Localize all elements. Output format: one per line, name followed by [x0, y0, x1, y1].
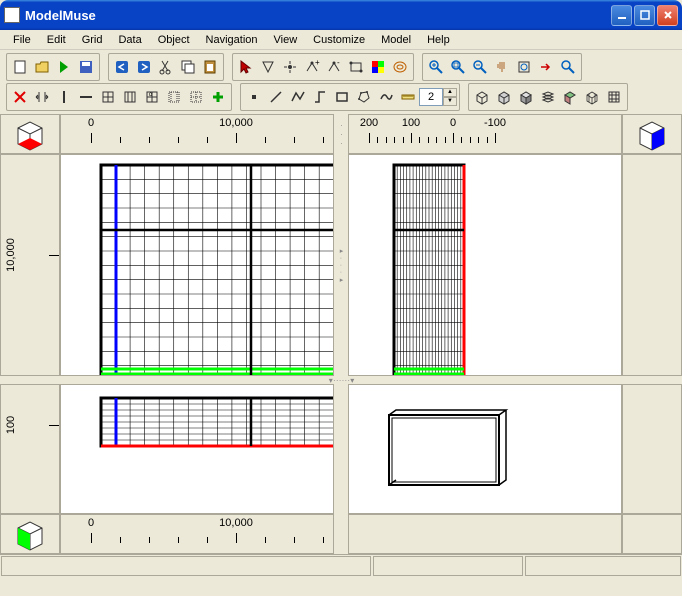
- measure-icon[interactable]: [397, 86, 419, 108]
- layer-down-icon[interactable]: ▼: [443, 97, 457, 106]
- menubar: File Edit Grid Data Object Navigation Vi…: [0, 30, 682, 50]
- redo-icon[interactable]: [133, 56, 155, 78]
- menu-customize[interactable]: Customize: [306, 32, 372, 48]
- viewport-3d[interactable]: [348, 384, 622, 514]
- zoom-box-icon[interactable]: [447, 56, 469, 78]
- ruler-bottom-right-h: [348, 514, 622, 554]
- titlebar: ModelMuse: [0, 0, 682, 30]
- top-view-cube[interactable]: [0, 114, 60, 154]
- splitter-vertical[interactable]: ···: [334, 114, 348, 154]
- straight-line-icon[interactable]: [309, 86, 331, 108]
- ruler-left: 10,000: [0, 154, 60, 376]
- copy-icon[interactable]: [177, 56, 199, 78]
- cut-icon[interactable]: [155, 56, 177, 78]
- zoom-fit-icon[interactable]: [513, 56, 535, 78]
- menu-navigation[interactable]: Navigation: [199, 32, 265, 48]
- point-icon[interactable]: [243, 86, 265, 108]
- goto-icon[interactable]: [535, 56, 557, 78]
- side-view-cube[interactable]: [0, 514, 60, 554]
- 3d-color-icon[interactable]: [559, 86, 581, 108]
- grid-spacing-icon[interactable]: [119, 86, 141, 108]
- polygon-icon[interactable]: [353, 86, 375, 108]
- ruler-bottom-left: 100: [0, 384, 60, 514]
- 3d-grid-icon[interactable]: [581, 86, 603, 108]
- save-icon[interactable]: [75, 56, 97, 78]
- viewport-side[interactable]: [60, 384, 334, 514]
- pointer-icon[interactable]: [235, 56, 257, 78]
- undo-icon[interactable]: [111, 56, 133, 78]
- select-lasso-icon[interactable]: [257, 56, 279, 78]
- edit-vertices-icon[interactable]: [345, 56, 367, 78]
- rectangle-icon[interactable]: [331, 86, 353, 108]
- add-grid-icon[interactable]: [207, 86, 229, 108]
- menu-file[interactable]: File: [6, 32, 38, 48]
- close-button[interactable]: [657, 5, 678, 26]
- new-file-icon[interactable]: [9, 56, 31, 78]
- minimize-button[interactable]: [611, 5, 632, 26]
- splitter-horizontal[interactable]: ▾ · · · · · · ▾: [0, 376, 682, 384]
- vertex-add-icon[interactable]: +: [301, 56, 323, 78]
- zoom-in-icon[interactable]: [425, 56, 447, 78]
- 3d-layers-icon[interactable]: [537, 86, 559, 108]
- ruler-bottom-right: [622, 384, 682, 514]
- 3d-solid-icon[interactable]: [515, 86, 537, 108]
- grid-edit-icon[interactable]: [185, 86, 207, 108]
- layer-up-icon[interactable]: ▲: [443, 88, 457, 97]
- freehand-icon[interactable]: [375, 86, 397, 108]
- main-area: 010,00020,000 ··· 2001000-100 10,000 ▸··…: [0, 114, 682, 554]
- status-cell-3: [525, 556, 681, 576]
- status-cell-1: [1, 556, 371, 576]
- viewport-front[interactable]: [348, 154, 622, 376]
- grid-line-icon[interactable]: [53, 86, 75, 108]
- menu-object[interactable]: Object: [151, 32, 197, 48]
- subdivide-icon[interactable]: [97, 86, 119, 108]
- show-grid-icon[interactable]: [603, 86, 625, 108]
- run-icon[interactable]: [53, 56, 75, 78]
- menu-model[interactable]: Model: [374, 32, 418, 48]
- delete-grid-icon[interactable]: [9, 86, 31, 108]
- line-icon[interactable]: [265, 86, 287, 108]
- grid-hline-icon[interactable]: [75, 86, 97, 108]
- color-grid-icon[interactable]: [367, 56, 389, 78]
- contour-icon[interactable]: [389, 56, 411, 78]
- zoom-out-icon[interactable]: [469, 56, 491, 78]
- ruler-top-right: 2001000-100: [348, 114, 622, 154]
- grid-angle-icon[interactable]: α: [141, 86, 163, 108]
- vertex-remove-icon[interactable]: -: [323, 56, 345, 78]
- zoom-extents-icon[interactable]: [557, 56, 579, 78]
- maximize-button[interactable]: [634, 5, 655, 26]
- layer-spinner[interactable]: [419, 88, 443, 106]
- menu-grid[interactable]: Grid: [75, 32, 110, 48]
- 3d-shell-icon[interactable]: [493, 86, 515, 108]
- splitter-vertical-bottom[interactable]: [334, 384, 348, 514]
- polyline-icon[interactable]: [287, 86, 309, 108]
- window-title: ModelMuse: [25, 8, 611, 23]
- menu-data[interactable]: Data: [111, 32, 148, 48]
- ruler-bottom: 010,00020,000: [60, 514, 334, 554]
- svg-text:+: +: [315, 59, 320, 67]
- move-col-icon[interactable]: [31, 86, 53, 108]
- grid-smooth-icon[interactable]: [163, 86, 185, 108]
- app-icon: [4, 7, 20, 23]
- menu-help[interactable]: Help: [420, 32, 457, 48]
- corner-br: [622, 514, 682, 554]
- paste-icon[interactable]: [199, 56, 221, 78]
- statusbar: [0, 554, 682, 576]
- front-view-cube[interactable]: [622, 114, 682, 154]
- status-cell-2: [373, 556, 523, 576]
- ruler-right: [622, 154, 682, 376]
- open-file-icon[interactable]: [31, 56, 53, 78]
- viewport-top[interactable]: [60, 154, 334, 376]
- toolbar-area: + - α: [0, 50, 682, 114]
- svg-text:α: α: [149, 92, 153, 98]
- select-point-icon[interactable]: [279, 56, 301, 78]
- ruler-top-left: 010,00020,000: [60, 114, 334, 154]
- splitter-vertical-mid[interactable]: ▸···▸: [334, 154, 348, 376]
- 3d-wire-icon[interactable]: [471, 86, 493, 108]
- pan-icon[interactable]: [491, 56, 513, 78]
- svg-text:-: -: [337, 59, 340, 67]
- menu-edit[interactable]: Edit: [40, 32, 73, 48]
- menu-view[interactable]: View: [267, 32, 305, 48]
